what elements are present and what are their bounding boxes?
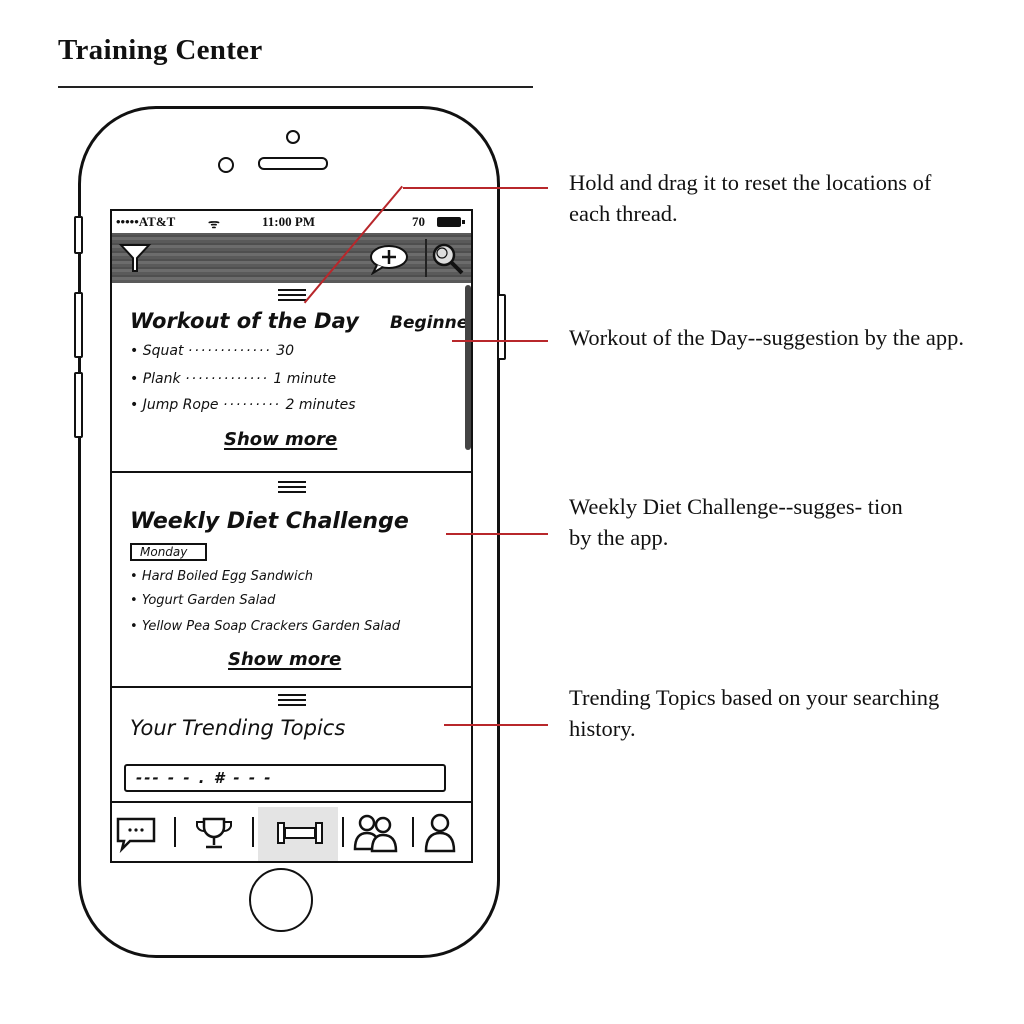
diet-title: Weekly Diet Challenge [130, 509, 409, 534]
scrollbar[interactable] [465, 285, 471, 450]
dumbbell-icon[interactable] [272, 811, 328, 855]
annotation-trending: Trending Topics based on your searching … [569, 685, 940, 741]
earpiece-speaker [258, 157, 328, 170]
annotation-drag-handle: Hold and drag it to reset the locations … [569, 170, 932, 226]
list-item: • Squat ············· 30 [130, 343, 295, 359]
callout-line [403, 187, 548, 189]
phone-power-button [497, 294, 506, 360]
drag-handle-icon[interactable] [277, 481, 306, 496]
day-badge[interactable]: Monday [130, 543, 208, 561]
profile-icon[interactable] [418, 811, 462, 855]
clock-label: 11:00 PM [262, 214, 316, 229]
callout-line [452, 340, 548, 342]
battery-label: 70 [412, 214, 425, 229]
annotation-diet: Weekly Diet Challenge--sugges- tion by t… [569, 494, 903, 550]
tab-divider [342, 817, 344, 847]
chat-icon[interactable] [114, 811, 158, 855]
trending-card[interactable]: Your Trending Topics --- - - . # - - - [112, 688, 471, 801]
tab-divider [412, 817, 414, 847]
toolbar [112, 233, 471, 283]
list-item: • Hard Boiled Egg Sandwich [130, 569, 313, 584]
filter-icon[interactable] [118, 241, 152, 275]
show-more-link[interactable]: Show more [228, 649, 341, 670]
home-button[interactable] [249, 868, 313, 932]
list-item: • Jump Rope ········· 2 minutes [130, 397, 356, 413]
tab-divider [174, 817, 176, 847]
show-more-link[interactable]: Show more [224, 429, 337, 450]
drag-handle-icon[interactable] [277, 694, 306, 709]
front-camera [286, 130, 300, 144]
workout-card[interactable]: Workout of the Day Beginner • Squat ····… [112, 283, 471, 473]
list-item: • Yellow Pea Soap Crackers Garden Salad [130, 619, 401, 634]
status-bar: •••••AT&T ᯤ 11:00 PM 70 [112, 211, 471, 233]
tab-bar [112, 801, 471, 861]
topic-search-input[interactable]: --- - - . # - - - [124, 764, 446, 792]
tab-divider [252, 817, 254, 847]
callout-line [444, 724, 548, 726]
trophy-icon[interactable] [192, 811, 236, 855]
drag-handle-icon[interactable] [277, 289, 306, 304]
wifi-icon: ᯤ [208, 216, 220, 231]
add-post-icon[interactable] [368, 243, 410, 275]
workout-title: Workout of the Day [130, 309, 359, 333]
toolbar-divider [425, 239, 427, 277]
proximity-sensor [218, 157, 234, 173]
group-icon[interactable] [350, 811, 402, 855]
level-badge: Beginner [390, 313, 473, 333]
annotation-workout: Workout of the Day--suggestion by the ap… [569, 325, 964, 350]
diet-card[interactable]: Weekly Diet Challenge Monday • Hard Boil… [112, 473, 471, 688]
callout-line [446, 533, 548, 535]
title-divider [58, 86, 533, 88]
page-title: Training Center [58, 34, 263, 66]
list-item: • Yogurt Garden Salad [130, 593, 276, 608]
phone-volume-down-button [74, 372, 83, 438]
carrier-label: •••••AT&T [116, 214, 176, 229]
battery-icon [437, 217, 465, 227]
phone-volume-up-button [74, 292, 83, 358]
search-icon[interactable] [430, 241, 466, 277]
list-item: • Plank ············· 1 minute [130, 371, 337, 387]
phone-screen: •••••AT&T ᯤ 11:00 PM 70 Workout of the D… [110, 209, 473, 863]
trending-title: Your Trending Topics [130, 716, 346, 740]
phone-side-button [74, 216, 83, 254]
